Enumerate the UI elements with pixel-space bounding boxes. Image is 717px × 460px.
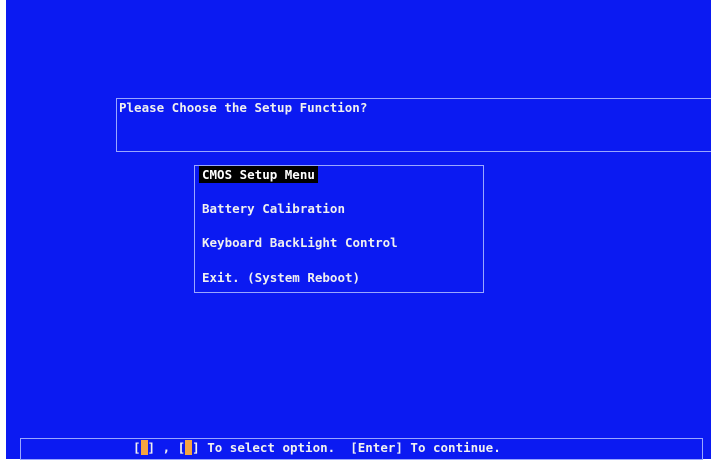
menu-item-exit-reboot[interactable]: Exit. (System Reboot) xyxy=(199,269,363,286)
prompt-title: Please Choose the Setup Function? xyxy=(119,100,368,115)
setup-function-menu: CMOS Setup Menu Battery Calibration Keyb… xyxy=(194,165,484,293)
bracket-open-2: [ xyxy=(177,440,186,455)
bracket-open: [ xyxy=(133,440,141,455)
status-text: [] , [] To select option. [Enter] To con… xyxy=(133,440,501,455)
menu-item-battery-calibration[interactable]: Battery Calibration xyxy=(199,200,348,217)
menu-item-cmos-setup[interactable]: CMOS Setup Menu xyxy=(199,166,318,183)
bracket-close-2: ] xyxy=(192,440,200,455)
bios-setup-screen: Please Choose the Setup Function? CMOS S… xyxy=(6,0,711,460)
prompt-box: Please Choose the Setup Function? xyxy=(116,98,711,152)
bracket-close: ] xyxy=(147,440,156,455)
status-bar: [] , [] To select option. [Enter] To con… xyxy=(20,438,703,460)
separator: , xyxy=(155,440,178,455)
menu-item-keyboard-backlight[interactable]: Keyboard BackLight Control xyxy=(199,234,401,251)
up-arrow-key-icon xyxy=(140,440,148,455)
enter-hint: [Enter] To continue. xyxy=(350,440,501,455)
select-hint: To select option. xyxy=(199,440,351,455)
